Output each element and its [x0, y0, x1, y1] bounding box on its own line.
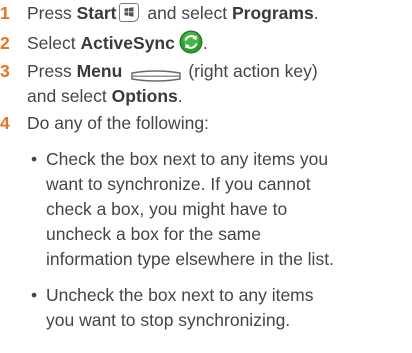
- step-text: Press Menu (right action key) and select …: [27, 61, 318, 106]
- step-number: 1: [0, 3, 10, 23]
- start-menu-icon: [119, 2, 140, 22]
- step-text: Select ActiveSync.: [27, 30, 412, 56]
- bullet-icon: •: [31, 149, 38, 169]
- step-number: 4: [0, 113, 10, 133]
- menu-label: Menu: [76, 61, 123, 81]
- programs-label: Programs: [231, 3, 314, 23]
- step-number: 3: [0, 61, 10, 81]
- bullet-icon: •: [31, 285, 38, 305]
- options-label: Options: [111, 86, 178, 106]
- right-action-key-icon: [130, 64, 182, 83]
- step-text: Press Start and select Programs.: [27, 2, 319, 23]
- step-text: Do any of the following:: [27, 113, 209, 133]
- activesync-label: ActiveSync: [80, 33, 175, 53]
- activesync-icon: [179, 30, 203, 54]
- step-number: 2: [0, 33, 10, 53]
- start-label: Start: [76, 3, 117, 23]
